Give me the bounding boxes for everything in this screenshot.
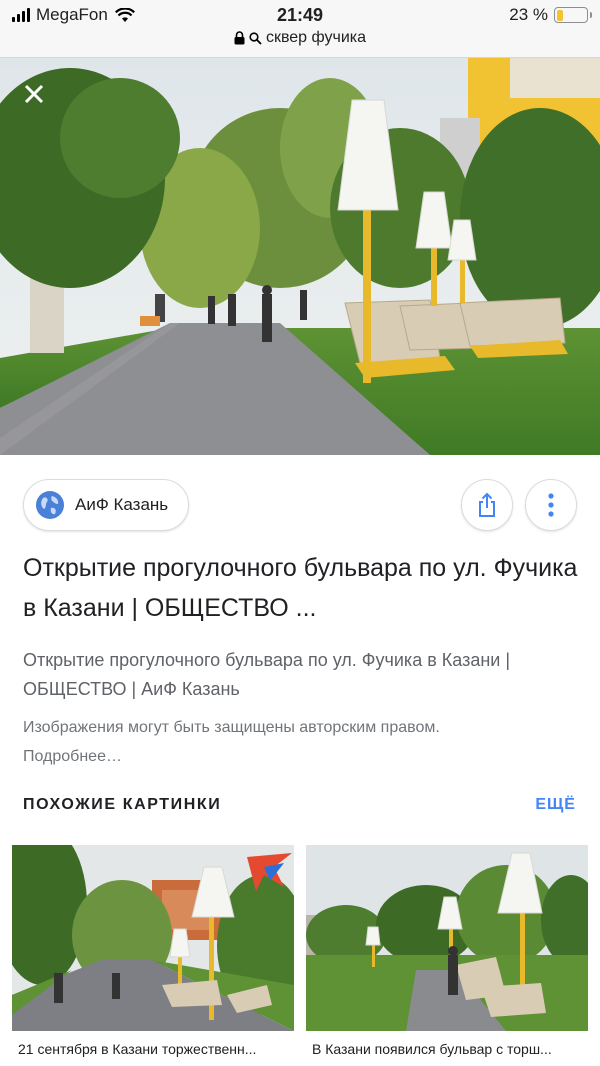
status-bar: MegaFon 21:49 23 % сквер фучика — [0, 0, 600, 58]
globe-icon — [36, 491, 64, 519]
more-options-button[interactable] — [525, 479, 577, 531]
related-photo-2 — [306, 845, 588, 1031]
battery-fill — [556, 9, 564, 21]
battery-percent: 23 % — [509, 5, 548, 24]
hero-image — [0, 58, 600, 455]
boulevard-photo — [0, 58, 600, 455]
related-heading: ПОХОЖИЕ КАРТИНКИ — [23, 796, 222, 813]
source-chip[interactable]: АиФ Казань — [23, 479, 190, 531]
close-icon[interactable] — [20, 80, 48, 108]
lock-icon — [234, 31, 245, 45]
related-thumbnail[interactable] — [12, 845, 294, 1031]
related-thumbnail[interactable] — [306, 845, 588, 1031]
copyright-notice[interactable]: Изображения могут быть защищены авторски… — [23, 713, 463, 771]
related-photo-1 — [12, 845, 294, 1031]
share-button[interactable] — [461, 479, 513, 531]
search-icon — [249, 31, 262, 45]
related-caption[interactable]: В Казани появился бульвар с торш... — [312, 1041, 594, 1057]
battery-icon — [554, 7, 592, 23]
related-caption[interactable]: 21 сентября в Казани торжественн... — [18, 1041, 300, 1057]
share-icon — [479, 492, 495, 517]
url-query: сквер фучика — [265, 29, 367, 46]
result-title[interactable]: Открытие прогулочного бульвара по ул. Фу… — [23, 548, 583, 628]
related-more-link[interactable]: ЕЩЁ — [535, 796, 576, 814]
more-vert-icon — [548, 493, 554, 517]
result-subtitle: Открытие прогулочного бульвара по ул. Фу… — [23, 650, 511, 699]
source-name: АиФ Казань — [75, 495, 169, 514]
url-bar[interactable]: сквер фучика — [0, 29, 600, 47]
status-right: 23 % — [509, 5, 592, 25]
